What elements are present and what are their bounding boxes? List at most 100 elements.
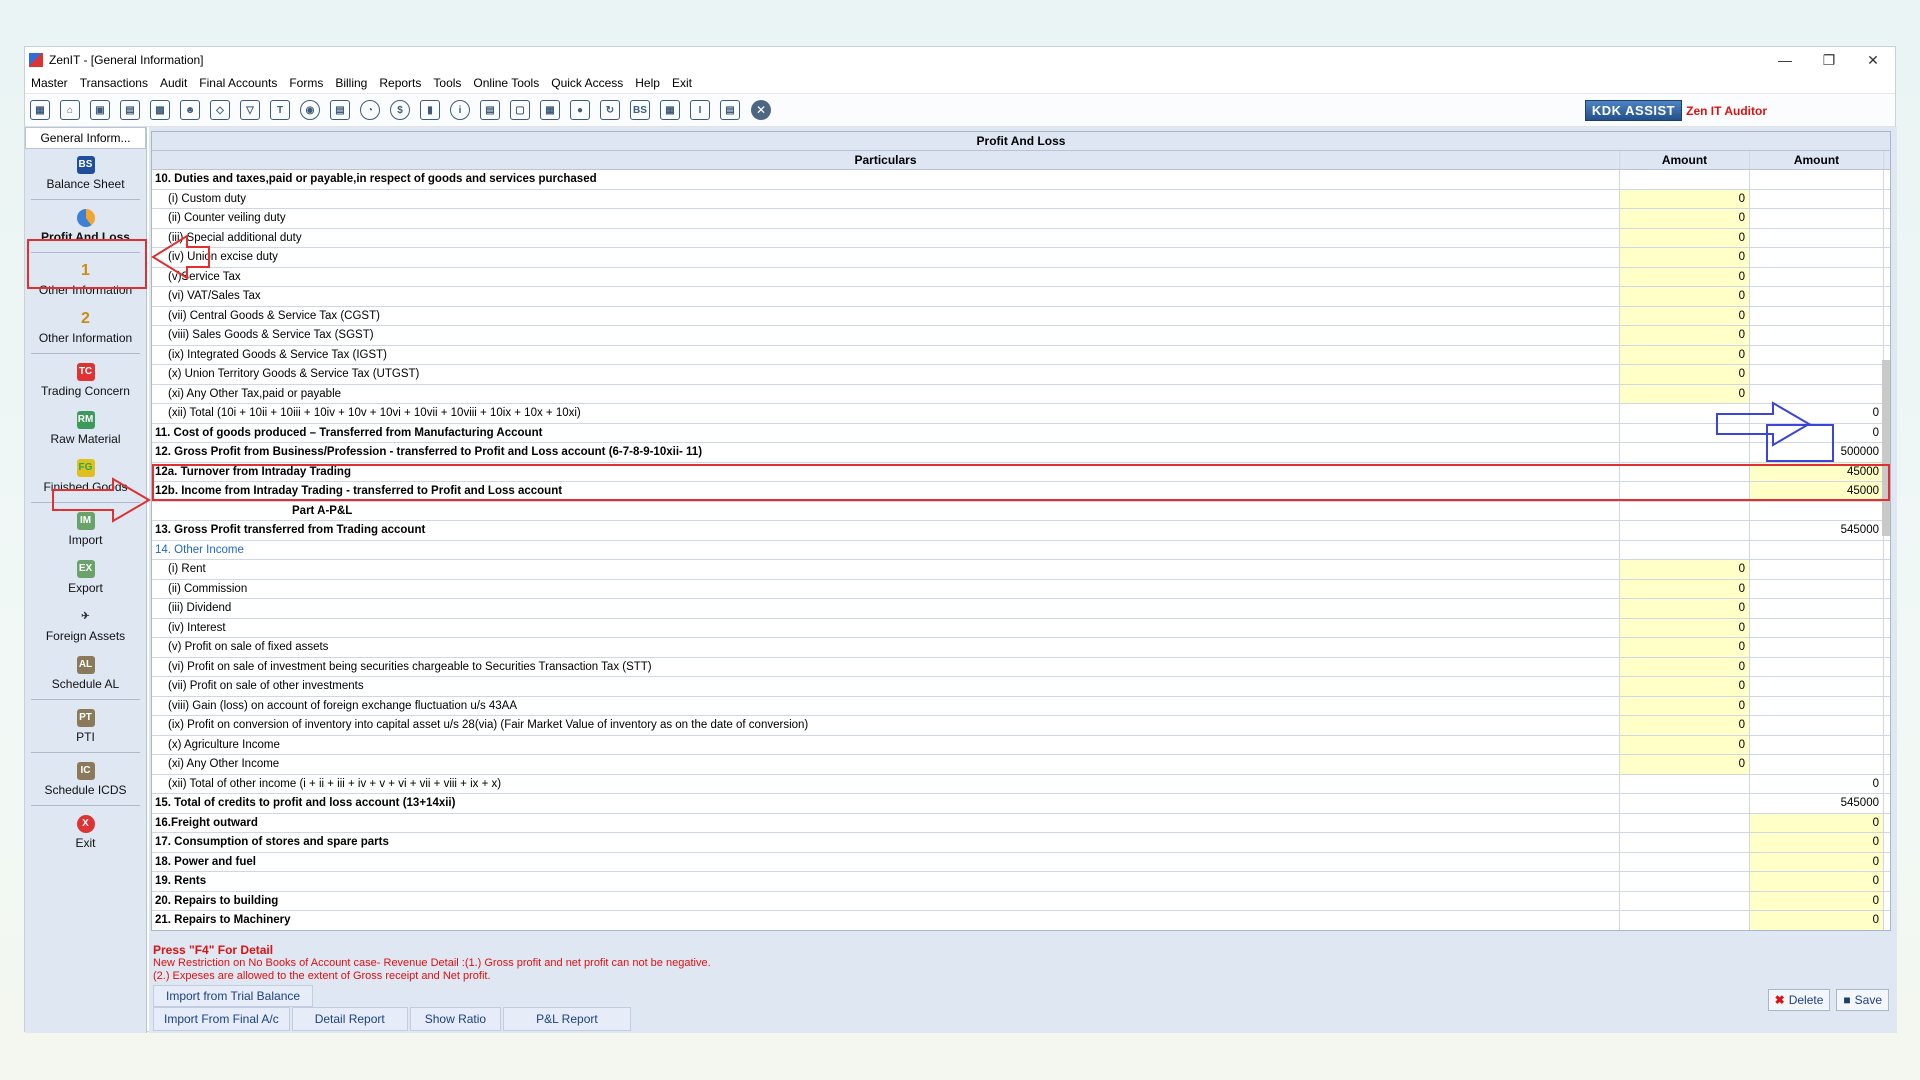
row-amount-total[interactable]: 0 bbox=[1750, 872, 1884, 891]
menu-reports[interactable]: Reports bbox=[373, 76, 427, 90]
sidebar-item-other-information-2[interactable]: 2 Other Information bbox=[25, 303, 146, 351]
menu-online-tools[interactable]: Online Tools bbox=[467, 76, 545, 90]
row-amount-input[interactable]: 0 bbox=[1620, 579, 1750, 598]
row-amount-input[interactable]: 0 bbox=[1620, 248, 1750, 267]
row-particulars: (iii) Special additional duty bbox=[152, 228, 1620, 247]
row-amount-input[interactable]: 0 bbox=[1620, 677, 1750, 696]
row-particulars: (iv) Interest bbox=[152, 618, 1620, 637]
sidebar-item-raw-material[interactable]: RM Raw Material bbox=[25, 404, 146, 452]
menu-tools[interactable]: Tools bbox=[427, 76, 467, 90]
menu-help[interactable]: Help bbox=[629, 76, 666, 90]
row-amount-input[interactable]: 0 bbox=[1620, 696, 1750, 715]
row-particulars: (iii) Dividend bbox=[152, 599, 1620, 618]
row-particulars: 20. Repairs to building bbox=[152, 891, 1620, 910]
location-icon[interactable]: ● bbox=[570, 100, 590, 120]
bs-icon[interactable]: BS bbox=[630, 100, 650, 120]
grid-icon[interactable]: ▦ bbox=[660, 100, 680, 120]
row-amount-input[interactable]: 0 bbox=[1620, 599, 1750, 618]
home-icon[interactable]: ⌂ bbox=[60, 100, 80, 120]
menu-billing[interactable]: Billing bbox=[329, 76, 373, 90]
sidebar-item-trading-concern[interactable]: TC Trading Concern bbox=[25, 356, 146, 404]
row-amount-total[interactable]: 0 bbox=[1750, 852, 1884, 871]
row-amount-total[interactable]: 0 bbox=[1750, 891, 1884, 910]
book-icon[interactable]: ▮ bbox=[420, 100, 440, 120]
row-amount-input[interactable]: 0 bbox=[1620, 189, 1750, 208]
tag-icon[interactable]: ◇ bbox=[210, 100, 230, 120]
row-amount-input[interactable]: 0 bbox=[1620, 287, 1750, 306]
sidebar-item-balance-sheet[interactable]: BS Balance Sheet bbox=[25, 149, 146, 197]
menu-exit[interactable]: Exit bbox=[666, 76, 698, 90]
disc-icon[interactable]: ◉ bbox=[300, 100, 320, 120]
sidebar-item-label: Schedule AL bbox=[51, 676, 120, 691]
import-final-accounts-button[interactable]: Import From Final A/c bbox=[153, 1007, 290, 1031]
row-amount-input[interactable]: 0 bbox=[1620, 326, 1750, 345]
close-circle-icon[interactable]: ✕ bbox=[751, 100, 771, 120]
sidebar-item-schedule-icds[interactable]: IC Schedule ICDS bbox=[25, 755, 146, 803]
import-trial-balance-button[interactable]: Import from Trial Balance bbox=[153, 985, 314, 1007]
menu-forms[interactable]: Forms bbox=[283, 76, 329, 90]
pay-icon[interactable]: $ bbox=[390, 100, 410, 120]
row-amount-input[interactable]: 0 bbox=[1620, 267, 1750, 286]
refresh-icon[interactable]: ↻ bbox=[600, 100, 620, 120]
ledger-icon[interactable]: ▤ bbox=[330, 100, 350, 120]
report-icon[interactable]: ▤ bbox=[480, 100, 500, 120]
import-tabs: Import from Trial Balance bbox=[153, 985, 314, 1007]
vertical-scrollbar[interactable] bbox=[1882, 360, 1890, 536]
sidebar-item-foreign-assets[interactable]: ✈ Foreign Assets bbox=[25, 601, 146, 649]
calendar-icon[interactable]: ▦ bbox=[540, 100, 560, 120]
tax-icon[interactable]: T bbox=[270, 100, 290, 120]
menu-transactions[interactable]: Transactions bbox=[74, 76, 154, 90]
row-amount-input[interactable]: 0 bbox=[1620, 618, 1750, 637]
users-icon[interactable]: ☻ bbox=[180, 100, 200, 120]
document-search-icon[interactable]: ▢ bbox=[510, 100, 530, 120]
row-amount-input bbox=[1620, 872, 1750, 891]
close-icon[interactable]: ✕ bbox=[1851, 47, 1895, 73]
row-amount-input[interactable]: 0 bbox=[1620, 755, 1750, 774]
row-amount-input[interactable]: 0 bbox=[1620, 345, 1750, 364]
table-row: (ix) Profit on conversion of inventory i… bbox=[152, 716, 1890, 736]
detail-report-button[interactable]: Detail Report bbox=[291, 1007, 408, 1031]
row-amount-input[interactable]: 0 bbox=[1620, 657, 1750, 676]
info-icon[interactable]: i bbox=[450, 100, 470, 120]
row-amount-input[interactable]: 0 bbox=[1620, 735, 1750, 754]
sidebar-item-schedule-al[interactable]: AL Schedule AL bbox=[25, 649, 146, 697]
row-amount-input[interactable]: 0 bbox=[1620, 209, 1750, 228]
row-amount-input[interactable]: 0 bbox=[1620, 306, 1750, 325]
sidebar-item-exit[interactable]: X Exit bbox=[25, 808, 146, 856]
bar-chart-icon[interactable]: ▤ bbox=[120, 100, 140, 120]
table-row: 11. Cost of goods produced – Transferred… bbox=[152, 423, 1890, 443]
gift-icon[interactable]: ▩ bbox=[150, 100, 170, 120]
show-ratio-button[interactable]: Show Ratio bbox=[409, 1007, 502, 1031]
sidebar-item-pti[interactable]: PT PTI bbox=[25, 702, 146, 750]
pl-report-button[interactable]: P&L Report bbox=[503, 1007, 631, 1031]
save-button[interactable]: ■ Save bbox=[1836, 989, 1889, 1011]
expense-note: (2.) Expeses are allowed to the extent o… bbox=[153, 970, 491, 982]
row-amount-total[interactable]: 0 bbox=[1750, 833, 1884, 852]
delete-button[interactable]: ✖ Delete bbox=[1767, 989, 1831, 1011]
row-amount-input[interactable]: 0 bbox=[1620, 716, 1750, 735]
table-row: (vii) Profit on sale of other investment… bbox=[152, 677, 1890, 697]
sidebar-item-export[interactable]: EX Export bbox=[25, 553, 146, 601]
building-icon[interactable]: ▣ bbox=[90, 100, 110, 120]
row-amount-total[interactable]: 0 bbox=[1750, 911, 1884, 930]
filter-icon[interactable]: ▽ bbox=[240, 100, 260, 120]
row-amount-input[interactable]: 0 bbox=[1620, 365, 1750, 384]
menu-audit[interactable]: Audit bbox=[154, 76, 193, 90]
row-amount-input[interactable]: 0 bbox=[1620, 228, 1750, 247]
minimize-icon[interactable]: — bbox=[1763, 47, 1807, 73]
calculator-icon[interactable]: ▦ bbox=[30, 100, 50, 120]
schedule-icon[interactable]: ▤ bbox=[720, 100, 740, 120]
row-amount-input[interactable]: 0 bbox=[1620, 638, 1750, 657]
menu-quick-access[interactable]: Quick Access bbox=[545, 76, 629, 90]
menu-master[interactable]: Master bbox=[25, 76, 74, 90]
restore-icon[interactable]: ❐ bbox=[1807, 47, 1851, 73]
pie-chart-icon[interactable]: ◔ bbox=[360, 100, 380, 120]
row-amount-input[interactable]: 0 bbox=[1620, 560, 1750, 579]
sidebar-header[interactable]: General Inform... bbox=[25, 127, 146, 149]
row-amount-total bbox=[1750, 677, 1884, 696]
icds-icon[interactable]: I bbox=[690, 100, 710, 120]
menu-final-accounts[interactable]: Final Accounts bbox=[193, 76, 283, 90]
row-amount-total[interactable]: 0 bbox=[1750, 813, 1884, 832]
highlight-box-profit-and-loss bbox=[27, 239, 147, 289]
kdk-assist-button[interactable]: KDK ASSIST bbox=[1584, 100, 1683, 121]
